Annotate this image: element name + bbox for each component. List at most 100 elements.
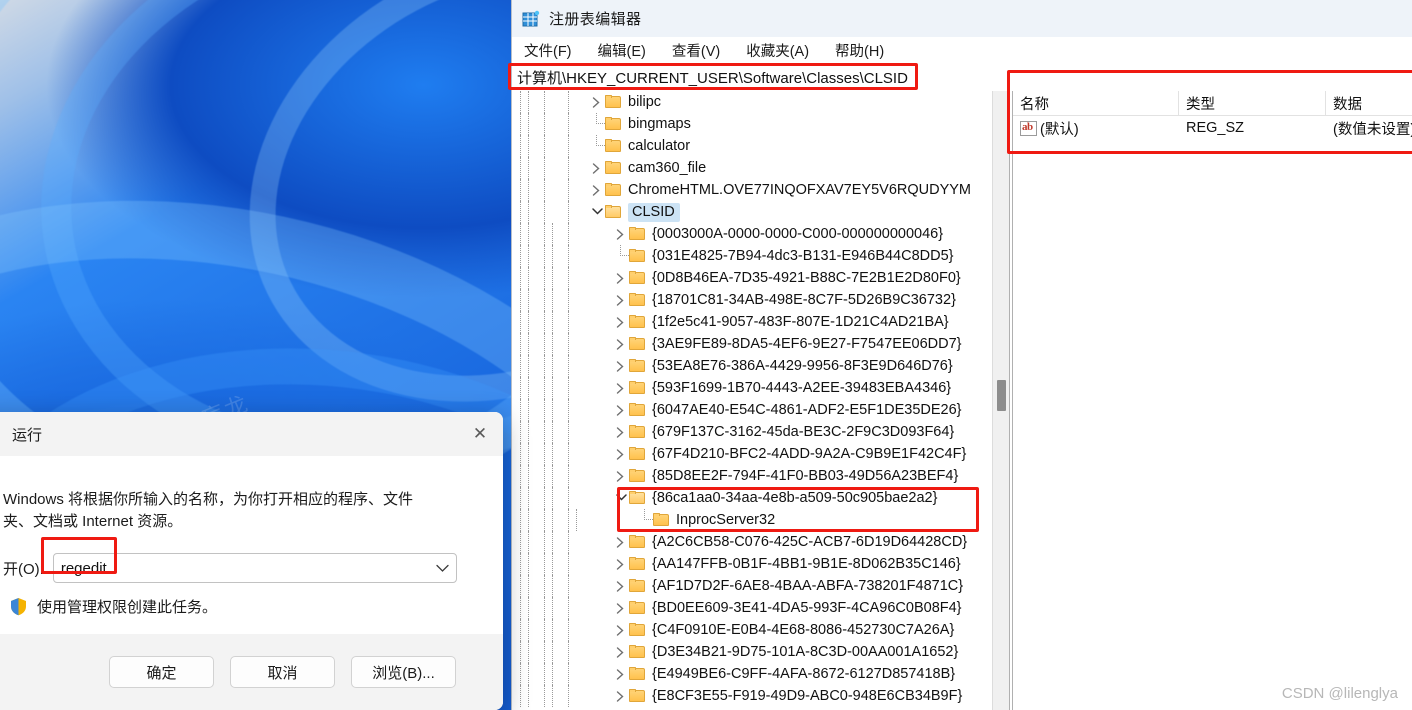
run-dialog: 运行 ✕ Windows 将根据你所输入的名称，为你打开相应的程序、文件夹、文档… [0, 412, 503, 710]
chevron-right-icon[interactable] [612, 399, 629, 421]
tree-item-label: bilipc [628, 94, 662, 110]
tree-item[interactable]: calculator [512, 135, 992, 157]
chevron-right-icon[interactable] [612, 311, 629, 333]
tree-indent-guide [520, 333, 521, 355]
tree-scrollbar-thumb[interactable] [997, 380, 1006, 411]
tree-indent-guide [552, 663, 553, 685]
chevron-down-icon[interactable] [430, 564, 456, 573]
tree-vertical-scrollbar[interactable] [992, 91, 1009, 710]
chevron-right-icon[interactable] [612, 465, 629, 487]
chevron-right-icon[interactable] [612, 641, 629, 663]
tree-item[interactable]: {6047AE40-E54C-4861-ADF2-E5F1DE35DE26} [512, 399, 992, 421]
ok-button[interactable]: 确定 [109, 656, 214, 688]
chevron-right-icon[interactable] [588, 179, 605, 201]
tree-item-label: {18701C81-34AB-498E-8C7F-5D26B9C36732} [652, 292, 956, 308]
tree-indent-guide [552, 531, 553, 553]
csdn-watermark: CSDN @lilenglya [1281, 685, 1398, 702]
tree-item[interactable]: ChromeHTML.OVE77INQOFXAV7EY5V6RQUDYYM [512, 179, 992, 201]
chevron-right-icon[interactable] [612, 443, 629, 465]
value-row[interactable]: ab (默认) REG_SZ (数值未设置) [1013, 116, 1412, 140]
tree-item[interactable]: InprocServer32 [512, 509, 992, 531]
tree-item[interactable]: {AF1D7D2F-6AE8-4BAA-ABFA-738201F4871C} [512, 575, 992, 597]
menu-view[interactable]: 查看(V) [672, 40, 720, 61]
chevron-right-icon[interactable] [612, 333, 629, 355]
tree-item[interactable]: {D3E34B21-9D75-101A-8C3D-00AA001A1652} [512, 641, 992, 663]
chevron-down-icon[interactable] [612, 487, 629, 509]
tree-item-label: {D3E34B21-9D75-101A-8C3D-00AA001A1652} [652, 644, 959, 660]
tree-indent-guide [568, 663, 569, 685]
address-bar[interactable]: 计算机\HKEY_CURRENT_USER\Software\Classes\C… [512, 64, 1402, 90]
tree-item[interactable]: bingmaps [512, 113, 992, 135]
tree-indent-guide [552, 619, 553, 641]
tree-item[interactable]: {AA147FFB-0B1F-4BB1-9B1E-8D062B35C146} [512, 553, 992, 575]
tree-item[interactable]: {85D8EE2F-794F-41F0-BB03-49D56A23BEF4} [512, 465, 992, 487]
tree-indent-guide [528, 311, 529, 333]
tree-item[interactable]: {BD0EE609-3E41-4DA5-993F-4CA96C0B08F4} [512, 597, 992, 619]
column-header-type[interactable]: 类型 [1179, 91, 1326, 115]
folder-icon [629, 667, 646, 681]
chevron-right-icon[interactable] [612, 597, 629, 619]
tree-leaf-marker [636, 509, 653, 531]
tree-item[interactable]: cam360_file [512, 157, 992, 179]
tree-item[interactable]: {C4F0910E-E0B4-4E68-8086-452730C7A26A} [512, 619, 992, 641]
tree-indent-guide [528, 135, 529, 157]
cancel-button[interactable]: 取消 [230, 656, 335, 688]
tree-item[interactable]: {679F137C-3162-45da-BE3C-2F9C3D093F64} [512, 421, 992, 443]
tree-item[interactable]: {593F1699-1B70-4443-A2EE-39483EBA4346} [512, 377, 992, 399]
tree-item[interactable]: {0D8B46EA-7D35-4921-B88C-7E2B1E2D80F0} [512, 267, 992, 289]
column-header-data[interactable]: 数据 [1326, 91, 1412, 115]
chevron-right-icon[interactable] [612, 531, 629, 553]
menu-edit[interactable]: 编辑(E) [598, 40, 646, 61]
run-open-value[interactable]: regedit [54, 560, 430, 577]
tree-indent-guide [528, 355, 529, 377]
tree-item[interactable]: {A2C6CB58-C076-425C-ACB7-6D19D64428CD} [512, 531, 992, 553]
tree-item-label: {85D8EE2F-794F-41F0-BB03-49D56A23BEF4} [652, 468, 959, 484]
chevron-down-icon[interactable] [588, 201, 605, 223]
menu-file[interactable]: 文件(F) [524, 40, 572, 61]
tree-item[interactable]: {53EA8E76-386A-4429-9956-8F3E9D646D76} [512, 355, 992, 377]
tree-item[interactable]: {86ca1aa0-34aa-4e8b-a509-50c905bae2a2} [512, 487, 992, 509]
chevron-right-icon[interactable] [612, 619, 629, 641]
folder-icon [629, 293, 646, 307]
tree-item[interactable]: CLSID [512, 201, 992, 223]
tree-item[interactable]: {0003000A-0000-0000-C000-000000000046} [512, 223, 992, 245]
tree-item[interactable]: {1f2e5c41-9057-483F-807E-1D21C4AD21BA} [512, 311, 992, 333]
tree-indent-guide [544, 311, 545, 333]
chevron-right-icon[interactable] [612, 685, 629, 707]
registry-tree[interactable]: bilipc bingmaps calculator cam360_file Chrom… [512, 91, 992, 710]
run-open-input[interactable]: regedit [52, 553, 457, 583]
chevron-right-icon[interactable] [588, 157, 605, 179]
chevron-right-icon[interactable] [612, 421, 629, 443]
column-header-name[interactable]: 名称 [1013, 91, 1179, 115]
chevron-right-icon[interactable] [612, 289, 629, 311]
tree-item[interactable]: {031E4825-7B94-4dc3-B131-E946B44C8DD5} [512, 245, 992, 267]
tree-item[interactable]: bilipc [512, 91, 992, 113]
chevron-right-icon[interactable] [612, 377, 629, 399]
tree-item-label: InprocServer32 [676, 512, 776, 528]
tree-item[interactable]: {18701C81-34AB-498E-8C7F-5D26B9C36732} [512, 289, 992, 311]
chevron-right-icon[interactable] [612, 575, 629, 597]
menu-favorites[interactable]: 收藏夹(A) [746, 40, 809, 61]
chevron-right-icon[interactable] [612, 267, 629, 289]
chevron-right-icon[interactable] [588, 91, 605, 113]
browse-button[interactable]: 浏览(B)... [351, 656, 456, 688]
tree-indent-guide [552, 641, 553, 663]
folder-icon [629, 623, 646, 637]
tree-item[interactable]: {E8CF3E55-F919-49D9-ABC0-948E6CB34B9F} [512, 685, 992, 707]
menu-help[interactable]: 帮助(H) [835, 40, 884, 61]
chevron-right-icon[interactable] [612, 553, 629, 575]
tree-item[interactable]: {67F4D210-BFC2-4ADD-9A2A-C9B9E1F42C4F} [512, 443, 992, 465]
tree-indent-guide [520, 575, 521, 597]
chevron-right-icon[interactable] [612, 663, 629, 685]
chevron-right-icon[interactable] [612, 355, 629, 377]
tree-leaf-marker [588, 135, 605, 157]
tree-item[interactable]: {E4949BE6-C9FF-4AFA-8672-6127D857418B} [512, 663, 992, 685]
folder-icon [605, 117, 622, 131]
folder-icon [629, 403, 646, 417]
tree-item-label: {679F137C-3162-45da-BE3C-2F9C3D093F64} [652, 424, 955, 440]
tree-item[interactable]: {3AE9FE89-8DA5-4EF6-9E27-F7547EE06DD7} [512, 333, 992, 355]
close-icon[interactable]: ✕ [457, 412, 503, 456]
tree-indent-guide [520, 267, 521, 289]
chevron-right-icon[interactable] [612, 223, 629, 245]
tree-item-label: calculator [628, 138, 691, 154]
